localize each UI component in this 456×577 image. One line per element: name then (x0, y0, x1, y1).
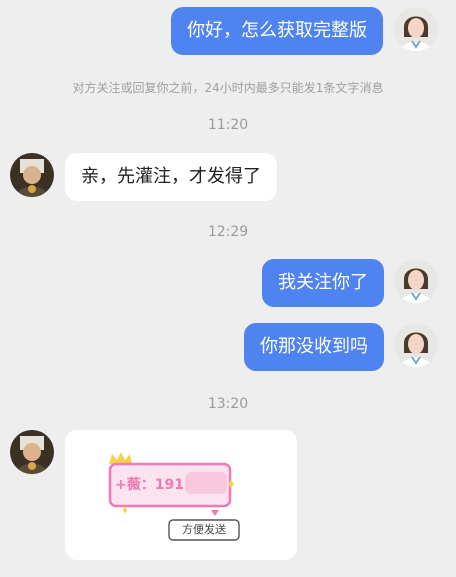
message-text: 我关注你了 (278, 272, 368, 293)
avatar-contact[interactable] (10, 153, 54, 197)
timestamp: 12:29 (207, 224, 249, 240)
send-stamp: 方便发送 (182, 523, 226, 536)
message-text: 亲，先灌注，才发得了 (81, 166, 261, 187)
contact-prefix: +薇： (115, 477, 155, 493)
timestamp: 11:20 (207, 117, 249, 133)
message-text: 你好，怎么获取完整版 (187, 20, 367, 41)
system-notice: 对方关注或回复你之前，24小时内最多只能发1条文字消息 (72, 81, 384, 95)
image-message[interactable]: +薇：191 方便发送 (65, 430, 297, 560)
avatar-self[interactable] (394, 259, 438, 303)
message-bubble-incoming[interactable]: 亲，先灌注，才发得了 (65, 153, 277, 201)
message-bubble-outgoing[interactable]: 你好，怎么获取完整版 (171, 7, 383, 55)
avatar-contact[interactable] (10, 430, 54, 474)
avatar-contact-image (10, 153, 54, 197)
avatar-contact-image (10, 430, 54, 474)
message-text: 你那没收到吗 (260, 336, 368, 357)
contact-number: 191 (154, 477, 184, 493)
avatar-self[interactable] (394, 323, 438, 367)
message-bubble-outgoing[interactable]: 你那没收到吗 (244, 323, 384, 371)
message-bubble-outgoing[interactable]: 我关注你了 (262, 259, 384, 307)
avatar-self-image (394, 259, 438, 303)
timestamp: 13:20 (207, 396, 249, 412)
crown-icon (109, 452, 132, 464)
contact-text: +薇：191 (115, 474, 225, 496)
avatar-self-image (394, 7, 438, 51)
avatar-self-image (394, 323, 438, 367)
avatar-self[interactable] (394, 7, 438, 51)
